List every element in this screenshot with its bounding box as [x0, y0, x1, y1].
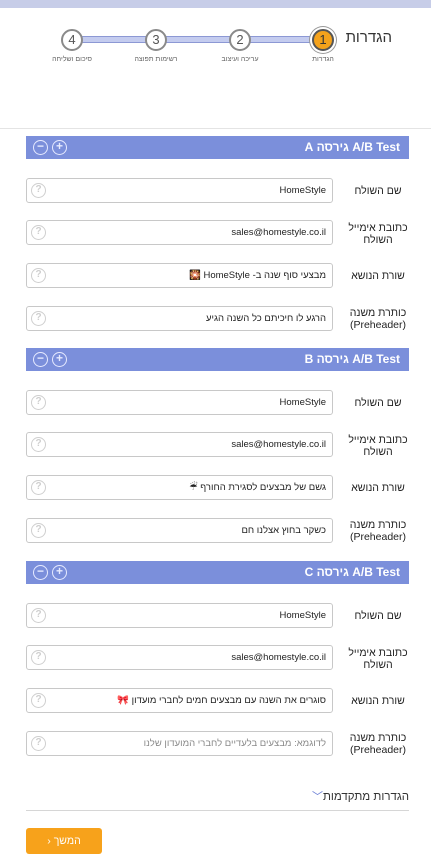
step-connector [246, 36, 314, 43]
collapse-icon[interactable]: − [33, 352, 48, 367]
step-3-circle[interactable]: 3 [145, 29, 167, 51]
sender-name-label: שם השולח [354, 397, 402, 409]
sender-email-field[interactable]: sales@homestyle.co.il ? [26, 432, 333, 457]
sender-name-value: HomeStyle [279, 185, 326, 196]
sender-name-label: שם השולח [354, 610, 402, 622]
subject-value: מבצעי סוף שנה ב- HomeStyle 🎇 [189, 270, 326, 281]
version-b-header: − + A/B Test גירסה B [26, 348, 409, 371]
preheader-label: כותרת משנה (Preheader) [349, 519, 407, 543]
chevron-down-icon: ﹀ [311, 791, 323, 803]
help-icon[interactable]: ? [31, 311, 46, 326]
preheader-label: כותרת משנה (Preheader) [349, 307, 407, 331]
subject-label: שורת הנושא [351, 270, 405, 282]
sender-email-field[interactable]: sales@homestyle.co.il ? [26, 645, 333, 670]
step-4-label: סיכום ושליחה [52, 56, 92, 63]
sender-name-field[interactable]: HomeStyle ? [26, 178, 333, 203]
preheader-label: כותרת משנה (Preheader) [349, 732, 407, 756]
subject-field[interactable]: סוגרים את השנה עם מבצעים חמים לחברי מועד… [26, 688, 333, 713]
version-title: A/B Test גירסה B [304, 352, 400, 366]
sender-name-field[interactable]: HomeStyle ? [26, 603, 333, 628]
advanced-settings-toggle[interactable]: הגדרות מתקדמות﹀ [310, 788, 409, 804]
preheader-field[interactable]: לדוגמא: מבצעים בלעדיים לחברי המועדון שלנ… [26, 731, 333, 756]
collapse-icon[interactable]: − [33, 140, 48, 155]
help-icon[interactable]: ? [31, 650, 46, 665]
preheader-placeholder: לדוגמא: מבצעים בלעדיים לחברי המועדון שלנ… [143, 738, 326, 749]
help-icon[interactable]: ? [31, 268, 46, 283]
divider [0, 128, 431, 129]
add-icon[interactable]: + [52, 565, 67, 580]
subject-field[interactable]: גשם של מבצעים לסגירת החורף ☔ ? [26, 475, 333, 500]
sender-name-label: שם השולח [354, 185, 402, 197]
subject-label: שורת הנושא [351, 482, 405, 494]
preheader-field[interactable]: כשקר בחוץ אצלנו חם ? [26, 518, 333, 543]
step-1-circle[interactable]: 1 [312, 29, 334, 51]
wizard-stepper: 4 3 2 1 סיכום ושליחה רשימות תפוצה עריכה … [0, 0, 431, 110]
version-title: A/B Test גירסה A [304, 140, 400, 154]
sender-name-value: HomeStyle [279, 610, 326, 621]
version-a-header: − + A/B Test גירסה A [26, 136, 409, 159]
preheader-field[interactable]: הרגע לו חיכיתם כל השנה הגיע ? [26, 306, 333, 331]
chevron-left-icon: ‹ [47, 835, 51, 847]
sender-email-field[interactable]: sales@homestyle.co.il ? [26, 220, 333, 245]
help-icon[interactable]: ? [31, 736, 46, 751]
sender-email-value: sales@homestyle.co.il [231, 227, 326, 238]
step-3-label: רשימות תפוצה [134, 56, 178, 63]
sender-name-field[interactable]: HomeStyle ? [26, 390, 333, 415]
step-2-circle[interactable]: 2 [229, 29, 251, 51]
help-icon[interactable]: ? [31, 437, 46, 452]
step-2-label: עריכה ועיצוב [221, 56, 259, 63]
advanced-settings-label: הגדרות מתקדמות [322, 791, 409, 803]
subject-value: גשם של מבצעים לסגירת החורף ☔ [189, 482, 326, 493]
version-c-header: − + A/B Test גירסה C [26, 561, 409, 584]
continue-button[interactable]: המשך ‹ [26, 828, 102, 854]
sender-email-label: כתובת אימייל השולח [348, 647, 408, 671]
sender-email-value: sales@homestyle.co.il [231, 439, 326, 450]
step-1-label: הגדרות [312, 56, 334, 63]
sender-email-label: כתובת אימייל השולח [348, 222, 408, 246]
step-connector [80, 36, 152, 43]
preheader-value: הרגע לו חיכיתם כל השנה הגיע [205, 313, 326, 324]
help-icon[interactable]: ? [31, 480, 46, 495]
help-icon[interactable]: ? [31, 608, 46, 623]
subject-field[interactable]: מבצעי סוף שנה ב- HomeStyle 🎇 ? [26, 263, 333, 288]
preheader-value: כשקר בחוץ אצלנו חם [241, 525, 326, 536]
sender-email-label: כתובת אימייל השולח [348, 434, 408, 458]
sender-email-value: sales@homestyle.co.il [231, 652, 326, 663]
subject-value: סוגרים את השנה עם מבצעים חמים לחברי מועד… [117, 695, 326, 706]
add-icon[interactable]: + [52, 352, 67, 367]
continue-label: המשך [53, 835, 81, 847]
step-connector [162, 36, 234, 43]
help-icon[interactable]: ? [31, 395, 46, 410]
page-title: הגדרות [345, 29, 392, 46]
sender-name-value: HomeStyle [279, 397, 326, 408]
help-icon[interactable]: ? [31, 693, 46, 708]
add-icon[interactable]: + [52, 140, 67, 155]
version-title: A/B Test גירסה C [304, 565, 400, 579]
divider [26, 810, 409, 811]
step-4-circle[interactable]: 4 [61, 29, 83, 51]
help-icon[interactable]: ? [31, 225, 46, 240]
help-icon[interactable]: ? [31, 523, 46, 538]
collapse-icon[interactable]: − [33, 565, 48, 580]
subject-label: שורת הנושא [351, 695, 405, 707]
help-icon[interactable]: ? [31, 183, 46, 198]
